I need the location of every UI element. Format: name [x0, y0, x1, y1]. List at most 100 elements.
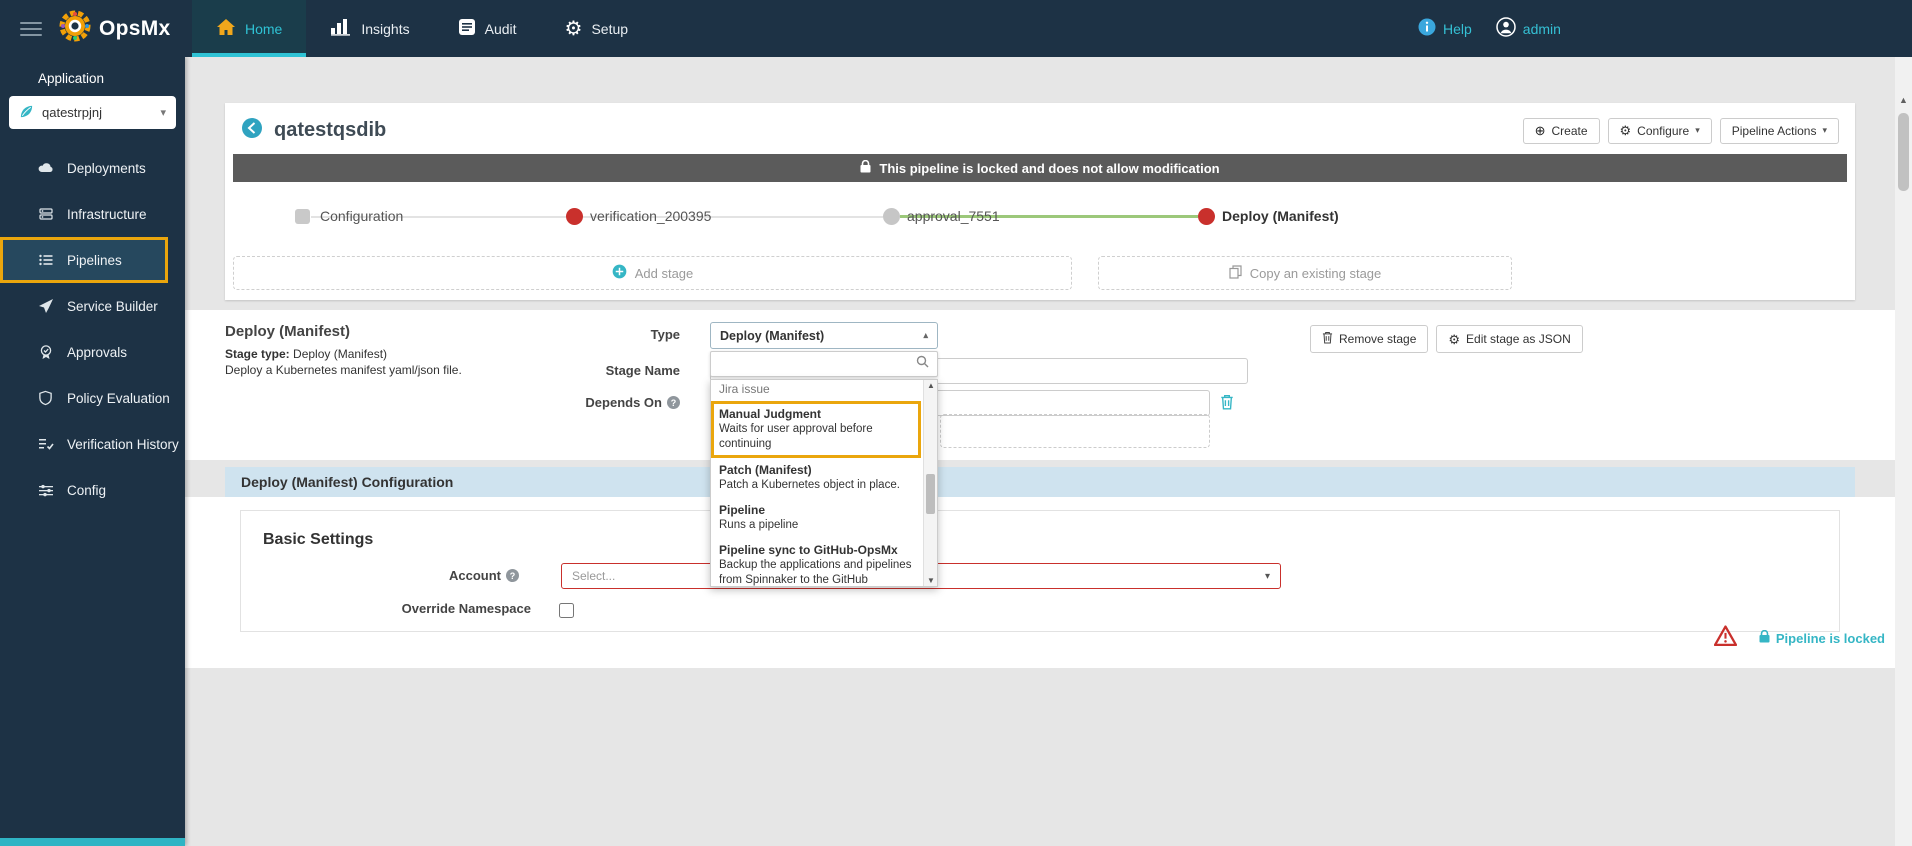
tab-home[interactable]: Home	[192, 0, 307, 57]
stage-node-approval[interactable]	[883, 208, 900, 225]
caret-up-icon: ▴	[923, 330, 928, 340]
tab-setup[interactable]: ⚙ Setup	[541, 0, 653, 57]
main-content: qatestqsdib ⊕ Create ⚙ Configure ▾ Pipel…	[185, 57, 1895, 846]
sidebar-item-label: Config	[67, 482, 107, 498]
sidebar-nav: Deployments Infrastructure Pipelines Ser…	[0, 145, 185, 513]
help-question-icon[interactable]: ?	[667, 396, 680, 409]
user-icon	[1496, 17, 1516, 40]
sidebar-item-pipelines[interactable]: Pipelines	[0, 237, 168, 283]
page-scrollbar-thumb[interactable]	[1898, 113, 1909, 191]
dropdown-search-box	[710, 351, 938, 377]
pipeline-locked-label: Pipeline is locked	[1775, 630, 1885, 646]
list-icon	[37, 252, 54, 268]
sidebar-item-label: Service Builder	[67, 298, 158, 314]
info-icon	[1418, 18, 1436, 39]
type-field-label: Type	[650, 327, 680, 342]
sidebar-item-service-builder[interactable]: Service Builder	[0, 283, 185, 329]
dropdown-option-list: Jira issue Manual Judgment Waits for use…	[710, 379, 938, 587]
add-circle-icon	[612, 264, 627, 282]
document-icon	[458, 18, 476, 39]
page-scrollbar[interactable]: ▲	[1895, 57, 1912, 846]
stage-node-deploy-manifest[interactable]	[1198, 208, 1215, 225]
help-question-icon[interactable]: ?	[506, 569, 519, 582]
gear-icon: ⚙	[1448, 331, 1461, 347]
scroll-up-icon[interactable]: ▲	[1899, 95, 1908, 105]
sidebar-item-config[interactable]: Config	[0, 467, 185, 513]
brand-name: OpsMx	[99, 16, 171, 40]
remove-dependency-trash-icon[interactable]	[1220, 394, 1234, 415]
stage-footer: Pipeline is locked	[1713, 625, 1885, 651]
dropdown-scrollbar-thumb[interactable]	[926, 474, 935, 514]
stage-label-verification[interactable]: verification_200395	[590, 208, 711, 224]
edit-stage-json-button[interactable]: ⚙ Edit stage as JSON	[1436, 325, 1583, 353]
locked-banner-text: This pipeline is locked and does not all…	[879, 160, 1220, 176]
shield-icon	[37, 390, 54, 406]
sidebar-item-infrastructure[interactable]: Infrastructure	[0, 191, 185, 237]
option-patch-manifest[interactable]: Patch (Manifest) Patch a Kubernetes obje…	[711, 458, 921, 498]
user-menu[interactable]: admin	[1496, 17, 1561, 40]
deploy-configuration-header: Deploy (Manifest) Configuration	[225, 467, 1855, 497]
medal-check-icon	[37, 344, 54, 360]
configure-button[interactable]: ⚙ Configure ▾	[1607, 117, 1712, 144]
stage-label-configuration[interactable]: Configuration	[320, 208, 403, 224]
cloud-icon	[37, 160, 54, 176]
copy-icon	[1229, 264, 1242, 282]
stage-graph: Configuration verification_200395 approv…	[233, 186, 1847, 244]
copy-stage-label: Copy an existing stage	[1249, 265, 1382, 281]
gear-icon: ⚙	[564, 17, 583, 40]
tab-audit[interactable]: Audit	[434, 0, 541, 57]
sidebar-item-deployments[interactable]: Deployments	[0, 145, 185, 191]
selected-stage-type: Deploy (Manifest)	[720, 328, 825, 343]
caret-down-icon: ▾	[1822, 125, 1827, 135]
stage-label-approval[interactable]: approval_7551	[907, 208, 1000, 224]
tab-home-label: Home	[245, 20, 283, 37]
warning-triangle-icon[interactable]	[1713, 625, 1737, 651]
create-button[interactable]: ⊕ Create	[1522, 117, 1600, 144]
configuration-panel: Basic Settings Account ? Select... ▾ Ove…	[185, 497, 1895, 668]
back-circle-icon[interactable]	[241, 117, 263, 144]
gear-icon: ⚙	[1619, 123, 1632, 138]
sidebar-item-policy-evaluation[interactable]: Policy Evaluation	[0, 375, 185, 421]
dropdown-scrollbar[interactable]: ▲ ▼	[923, 380, 937, 586]
scroll-down-icon[interactable]: ▼	[927, 576, 935, 585]
scroll-up-icon[interactable]: ▲	[927, 381, 935, 390]
override-namespace-label: Override Namespace	[401, 601, 531, 616]
option-pipeline-sync-github[interactable]: Pipeline sync to GitHub-OpsMx Backup the…	[711, 538, 921, 586]
edit-json-label: Edit stage as JSON	[1466, 332, 1571, 346]
stage-editor-title: Deploy (Manifest)	[225, 323, 351, 340]
pipeline-actions-button[interactable]: Pipeline Actions ▾	[1719, 117, 1839, 144]
sidebar-item-approvals[interactable]: Approvals	[0, 329, 185, 375]
lock-icon	[860, 159, 871, 176]
stage-node-verification[interactable]	[566, 208, 583, 225]
opsmx-logo-icon	[58, 9, 92, 48]
tab-insights-label: Insights	[361, 20, 410, 37]
option-pipeline[interactable]: Pipeline Runs a pipeline	[711, 498, 921, 538]
brand[interactable]: OpsMx	[58, 9, 182, 48]
stage-node-configuration[interactable]	[295, 209, 310, 224]
stage-type-prefix: Stage type:	[225, 347, 290, 361]
remove-stage-button[interactable]: Remove stage	[1310, 325, 1429, 353]
copy-existing-stage-button[interactable]: Copy an existing stage	[1098, 256, 1512, 290]
override-namespace-checkbox[interactable]	[559, 603, 574, 618]
stage-label-deploy-manifest[interactable]: Deploy (Manifest)	[1222, 208, 1339, 224]
hamburger-menu-icon[interactable]	[20, 21, 42, 36]
sidebar-item-label: Approvals	[67, 344, 128, 360]
help-link[interactable]: Help	[1418, 18, 1472, 39]
option-jira-issue[interactable]: Jira issue	[711, 380, 921, 401]
application-selector[interactable]: qatestrpjnj ▾	[9, 96, 176, 129]
add-stage-button[interactable]: Add stage	[233, 256, 1072, 290]
server-icon	[37, 206, 54, 222]
application-icon	[19, 104, 34, 122]
sidebar-item-verification-history[interactable]: Verification History	[0, 421, 185, 467]
stage-type-select[interactable]: Deploy (Manifest) ▴	[710, 322, 938, 349]
pipeline-locked-status: Pipeline is locked	[1759, 629, 1885, 646]
remove-stage-label: Remove stage	[1339, 332, 1417, 346]
sidebar-item-label: Pipelines	[67, 252, 122, 268]
option-manual-judgment[interactable]: Manual Judgment Waits for user approval …	[711, 401, 921, 458]
tab-insights[interactable]: Insights	[306, 0, 433, 57]
paper-plane-icon	[37, 298, 54, 314]
bar-chart-icon	[330, 18, 352, 39]
dropdown-search-input[interactable]	[719, 357, 916, 371]
pipeline-actions-label: Pipeline Actions	[1731, 123, 1817, 138]
list-check-icon	[37, 436, 54, 452]
